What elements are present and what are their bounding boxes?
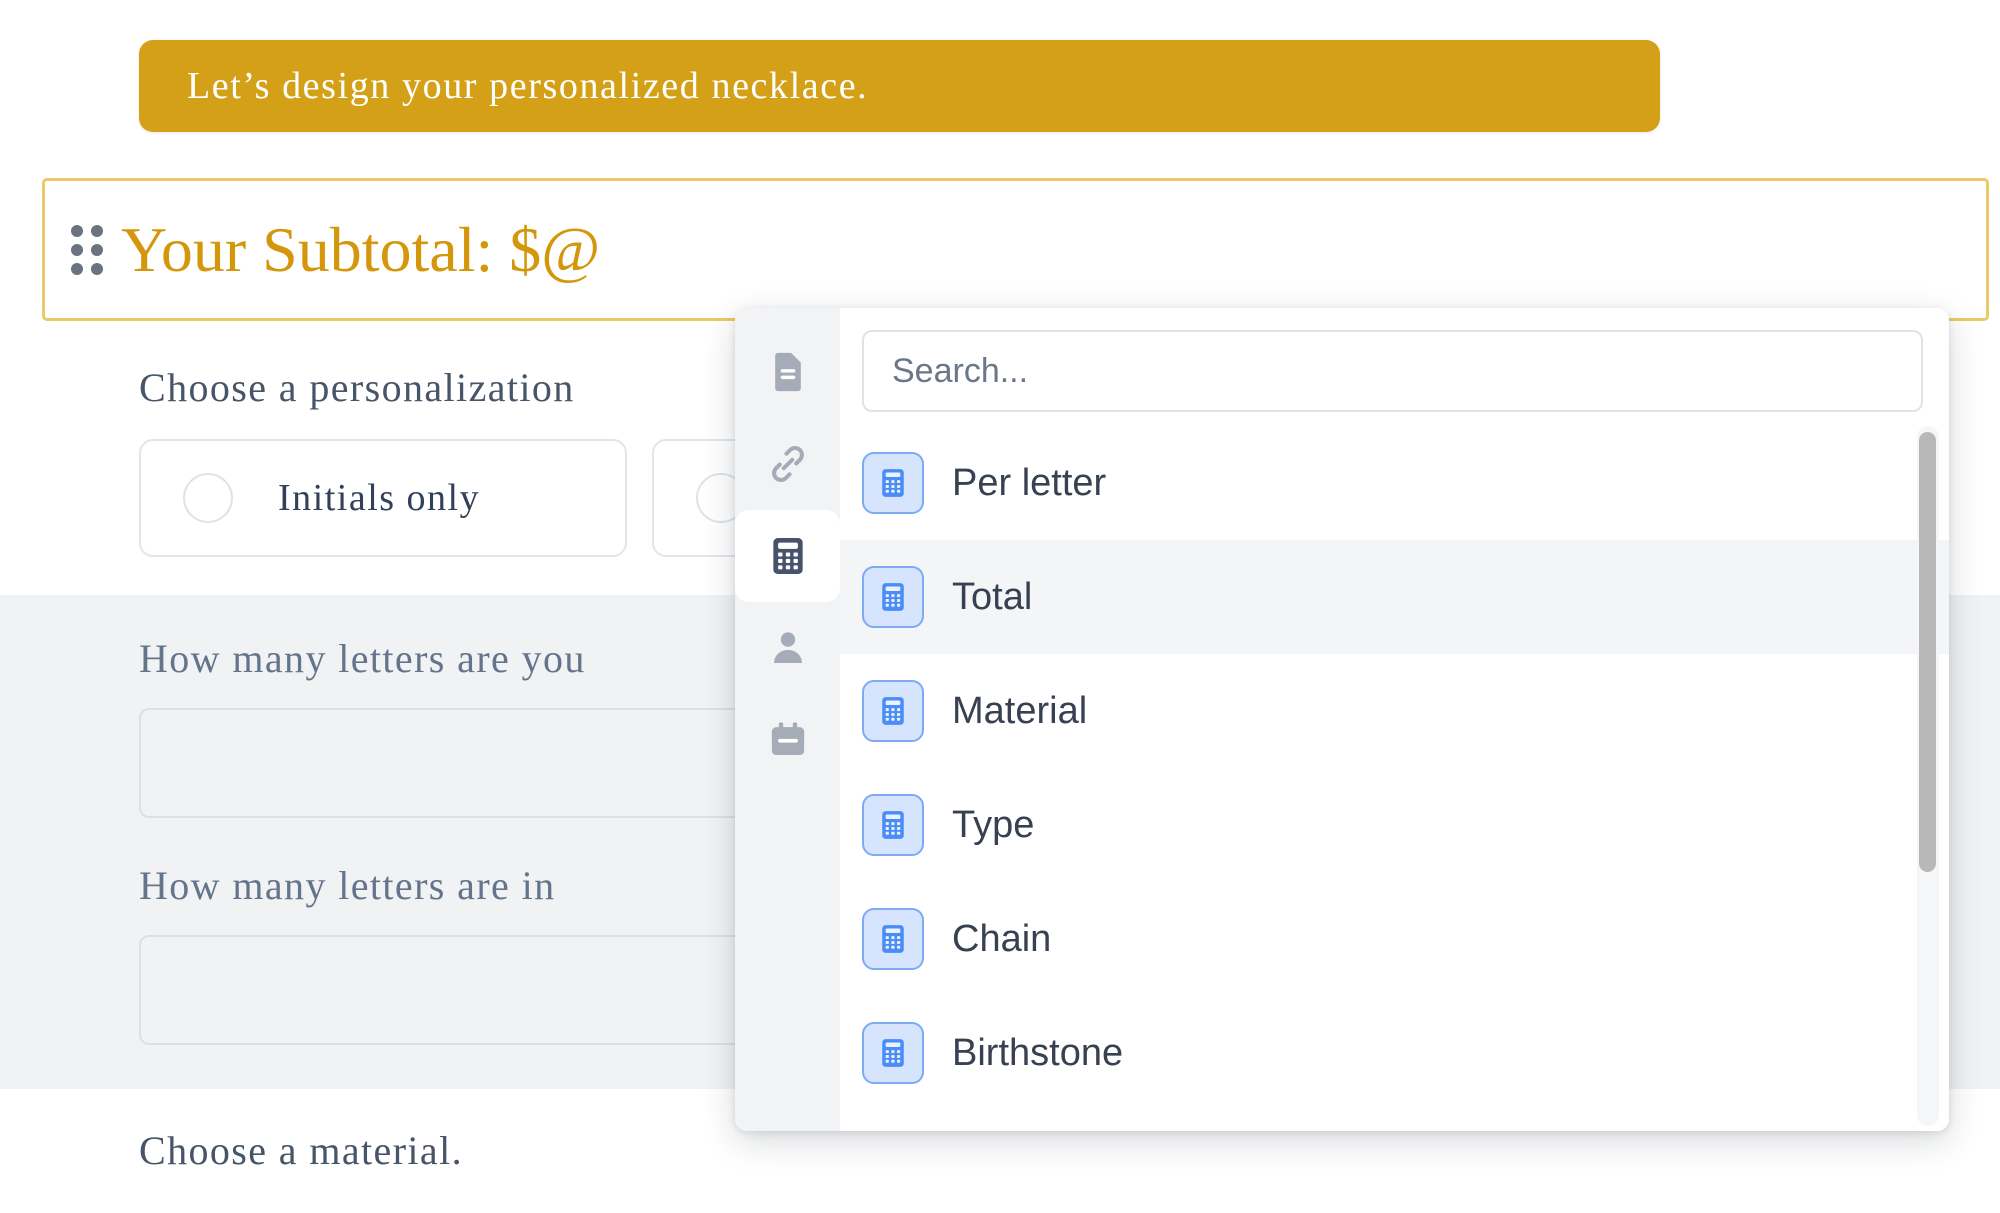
list-item-label: Per letter	[952, 461, 1107, 504]
variable-picker-main: Per letter T	[840, 308, 1949, 1131]
link-icon	[771, 446, 804, 482]
rail-tab-calendar[interactable]	[735, 694, 840, 786]
list-item-label: Birthstone	[952, 1031, 1124, 1074]
radio-option-label: Initials only	[278, 477, 481, 519]
subtotal-card[interactable]: Your Subtotal: $@	[42, 178, 1989, 321]
list-item[interactable]: Type	[840, 768, 1949, 882]
app-root: Let’s design your personalized necklace.…	[0, 0, 2000, 1213]
calculator-icon	[862, 908, 924, 970]
list-item[interactable]: Material	[840, 654, 1949, 768]
material-label: Choose a material.	[139, 1128, 463, 1173]
document-icon	[774, 352, 801, 392]
radio-circle-icon[interactable]	[183, 473, 233, 523]
greeting-banner-text: Let’s design your personalized necklace.	[187, 65, 869, 107]
list-item[interactable]: Birthstone	[840, 996, 1949, 1110]
rail-tab-person[interactable]	[735, 602, 840, 694]
subtotal-label: Your Subtotal: $@	[121, 213, 601, 285]
list-item-label: Material	[952, 689, 1088, 732]
search-row	[840, 308, 1949, 426]
calculator-icon	[862, 794, 924, 856]
list-item[interactable]: Chain	[840, 882, 1949, 996]
list-item-label: Chain	[952, 917, 1052, 960]
rail-tab-calculator[interactable]	[735, 510, 840, 602]
greeting-banner: Let’s design your personalized necklace.	[139, 40, 1660, 132]
search-input[interactable]	[862, 330, 1923, 412]
variable-picker-popup[interactable]: Per letter T	[735, 308, 1949, 1131]
radio-option-initials-only[interactable]: Initials only	[139, 439, 627, 557]
list-item[interactable]: Per letter	[840, 426, 1949, 540]
drag-dots-icon[interactable]	[71, 224, 105, 275]
calendar-icon	[771, 722, 804, 756]
list-item-label: Type	[952, 803, 1035, 846]
variable-picker-rail	[735, 308, 840, 1131]
calculator-icon	[862, 452, 924, 514]
list-scrollbar-thumb[interactable]	[1919, 432, 1936, 872]
variable-list: Per letter Total Material Type Chain Bir…	[840, 426, 1949, 1131]
calculator-icon	[862, 680, 924, 742]
calculator-icon	[862, 1022, 924, 1084]
list-item[interactable]: Total	[840, 540, 1949, 654]
calculator-icon	[772, 538, 803, 574]
calculator-icon	[862, 566, 924, 628]
rail-tab-link[interactable]	[735, 418, 840, 510]
person-icon	[773, 632, 802, 664]
rail-tab-document[interactable]	[735, 326, 840, 418]
list-item-label: Total	[952, 575, 1033, 618]
